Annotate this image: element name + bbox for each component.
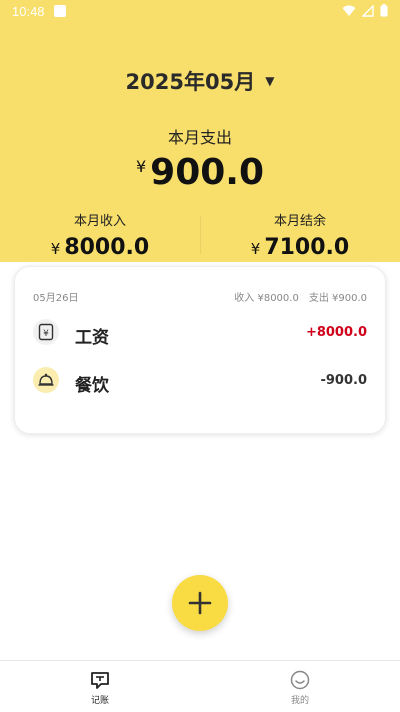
- monthly-income-summary: 本月收入 ¥8000.0: [0, 210, 200, 260]
- tab-label: 我的: [290, 696, 309, 706]
- month-selector[interactable]: 2025年05月 ▼: [0, 66, 400, 96]
- tab-ledger[interactable]: 记账: [0, 669, 200, 706]
- app-notification-icon: [54, 5, 66, 17]
- monthly-expense-value: ¥900.0: [0, 152, 400, 193]
- wifi-icon: [342, 5, 356, 21]
- day-records-card: 05月26日 收入 ¥8000.0 支出 ¥900.0 ¥ 工资 +8000.0 …: [14, 266, 386, 434]
- income-label: 本月收入: [73, 214, 126, 229]
- record-amount: -900.0: [320, 373, 367, 388]
- balance-label: 本月结余: [273, 214, 326, 229]
- status-time: 10:48: [12, 4, 45, 19]
- day-expense-summary: 支出 ¥900.0: [308, 293, 367, 304]
- currency-symbol: ¥: [135, 157, 147, 176]
- record-name: 餐饮: [75, 376, 109, 396]
- currency-symbol: ¥: [50, 240, 61, 258]
- record-row-dining[interactable]: 餐饮 -900.0: [33, 367, 367, 397]
- dining-bell-icon: [33, 367, 59, 393]
- income-amount: 8000.0: [64, 235, 150, 260]
- salary-icon: ¥: [33, 319, 59, 345]
- record-amount: +8000.0: [305, 325, 367, 340]
- ledger-icon: [91, 672, 109, 689]
- status-bar: 10:48: [0, 0, 400, 24]
- record-row-salary[interactable]: ¥ 工资 +8000.0: [33, 319, 367, 349]
- day-card-header: 05月26日 收入 ¥8000.0 支出 ¥900.0: [33, 289, 367, 304]
- signal-icon: [361, 3, 374, 21]
- status-icons: [342, 3, 388, 21]
- expense-amount: 900.0: [150, 152, 265, 193]
- svg-text:¥: ¥: [43, 329, 49, 339]
- balance-amount: 7100.0: [264, 235, 350, 260]
- bottom-navigation: 记账 我的: [0, 660, 400, 712]
- plus-icon: [188, 591, 212, 615]
- monthly-expense-label: 本月支出: [167, 128, 232, 147]
- add-record-button[interactable]: [172, 575, 228, 631]
- header-panel: 10:48 2025年05月 ▼ 本月支出 ¥900.0 本月收入 ¥8000.0…: [0, 0, 400, 262]
- tab-profile[interactable]: 我的: [200, 669, 400, 706]
- caret-down-icon: ▼: [265, 74, 275, 88]
- currency-symbol: ¥: [250, 240, 261, 258]
- tab-label: 记账: [90, 696, 109, 706]
- month-label: 2025年05月: [125, 70, 256, 94]
- income-value: ¥8000.0: [0, 235, 200, 260]
- balance-value: ¥7100.0: [200, 235, 400, 260]
- battery-icon: [380, 4, 388, 21]
- monthly-balance-summary: 本月结余 ¥7100.0: [200, 210, 400, 260]
- smiley-profile-icon: [290, 670, 310, 690]
- record-name: 工资: [75, 328, 109, 348]
- record-date: 05月26日: [33, 293, 79, 304]
- day-income-summary: 收入 ¥8000.0: [234, 293, 299, 304]
